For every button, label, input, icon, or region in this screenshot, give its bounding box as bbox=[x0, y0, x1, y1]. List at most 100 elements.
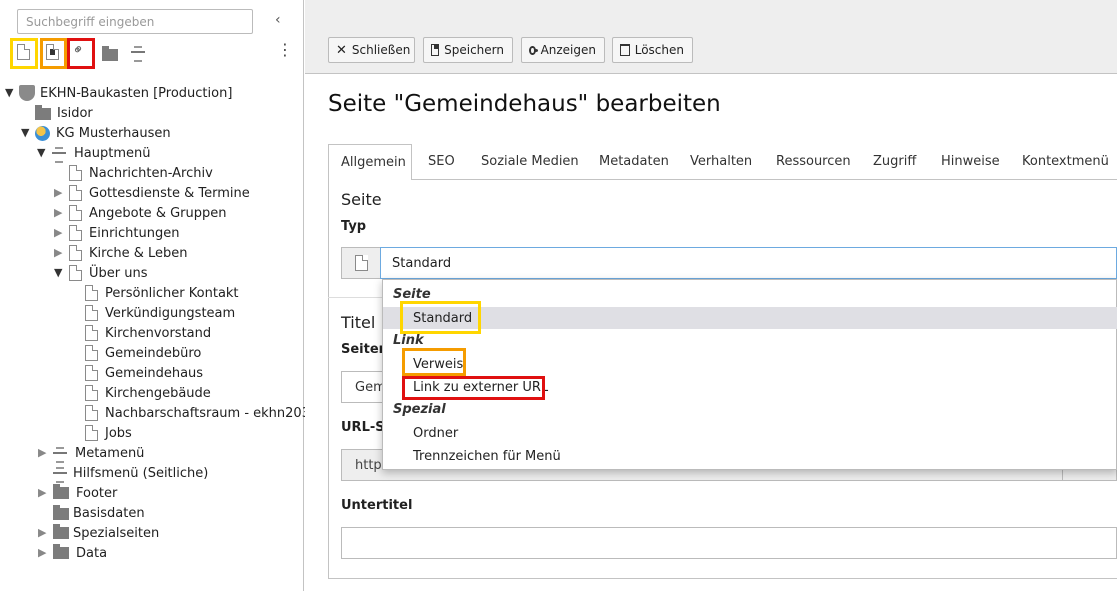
delete-button[interactable]: Löschen bbox=[612, 37, 693, 63]
page-icon bbox=[69, 265, 82, 281]
tree-node-label: Hilfsmenü (Seitliche) bbox=[73, 465, 209, 481]
highlight-orange-box bbox=[402, 348, 466, 376]
delete-button-label: Löschen bbox=[634, 43, 684, 57]
tree-node-ueber-uns[interactable]: ▼ Über uns bbox=[54, 263, 148, 283]
dropdown-option-separator[interactable]: Trennzeichen für Menü bbox=[413, 445, 561, 467]
section-header-titel: Titel bbox=[341, 313, 376, 332]
tree-node-root[interactable]: ▼ EKHN-Baukasten [Production] bbox=[5, 83, 232, 103]
expanded-icon[interactable]: ▼ bbox=[37, 143, 48, 163]
tree-node-kirchengebaeude[interactable]: Kirchengebäude bbox=[85, 383, 211, 403]
tree-node-hauptmenue[interactable]: ▼ Hauptmenü bbox=[37, 143, 150, 163]
tree-node-hilfsmenue[interactable]: Hilfsmenü (Seitliche) bbox=[53, 463, 208, 483]
tree-node-label: Jobs bbox=[105, 425, 132, 441]
view-button-label: Anzeigen bbox=[540, 43, 596, 57]
close-icon: ✕ bbox=[336, 42, 347, 58]
collapsed-icon[interactable]: ▶ bbox=[38, 483, 49, 503]
separator-icon bbox=[53, 446, 67, 463]
tab-metadaten[interactable]: Metadaten bbox=[587, 144, 681, 179]
more-options-icon[interactable]: ⋮ bbox=[277, 42, 293, 58]
expanded-icon[interactable]: ▼ bbox=[21, 123, 32, 143]
collapsed-icon[interactable]: ▶ bbox=[54, 183, 65, 203]
tree-node-kirchenvorstand[interactable]: Kirchenvorstand bbox=[85, 323, 211, 343]
view-button[interactable]: Anzeigen bbox=[521, 37, 605, 63]
tree-node-label: Gemeindebüro bbox=[105, 345, 202, 361]
eye-icon bbox=[529, 45, 538, 55]
tree-node-label: KG Musterhausen bbox=[56, 125, 171, 141]
folder-icon bbox=[53, 505, 69, 520]
page-icon bbox=[85, 325, 98, 341]
page-icon bbox=[69, 165, 82, 181]
page-icon bbox=[85, 305, 98, 321]
tree-node-jobs[interactable]: Jobs bbox=[85, 423, 132, 443]
tree-node-metamenue[interactable]: ▶ Metamenü bbox=[38, 443, 144, 463]
tree-node-label: Verkündigungsteam bbox=[105, 305, 236, 321]
tree-node-label: Gemeindehaus bbox=[105, 365, 204, 381]
chevron-left-icon[interactable]: ‹ bbox=[275, 12, 281, 28]
page-icon bbox=[354, 255, 368, 271]
highlight-orange-box bbox=[40, 38, 67, 69]
collapsed-icon[interactable]: ▶ bbox=[54, 243, 65, 263]
tree-node-basisdaten[interactable]: Basisdaten bbox=[53, 503, 145, 523]
collapsed-icon[interactable]: ▶ bbox=[38, 543, 49, 563]
tree-node-label: Kirche & Leben bbox=[89, 245, 188, 261]
tree-node-kg-musterhausen[interactable]: ▼ KG Musterhausen bbox=[21, 123, 171, 143]
tree-node-data[interactable]: ▶ Data bbox=[38, 543, 107, 563]
tree-node-verkuendigungsteam[interactable]: Verkündigungsteam bbox=[85, 303, 235, 323]
tab-zugriff[interactable]: Zugriff bbox=[861, 144, 928, 179]
new-separator-icon[interactable] bbox=[131, 45, 145, 62]
tree-node-label: Spezialseiten bbox=[73, 525, 160, 541]
highlight-yellow-box bbox=[400, 301, 481, 334]
folder-icon bbox=[35, 105, 51, 120]
tree-node-label: Nachrichten-Archiv bbox=[89, 165, 213, 181]
trash-icon bbox=[620, 44, 630, 56]
tree-node-kontakt[interactable]: Persönlicher Kontakt bbox=[85, 283, 239, 303]
tree-node-einrichtungen[interactable]: ▶ Einrichtungen bbox=[54, 223, 179, 243]
tree-node-isidor[interactable]: Isidor bbox=[35, 103, 93, 123]
collapsed-icon[interactable]: ▶ bbox=[54, 223, 65, 243]
dropdown-selected-bg bbox=[383, 307, 1117, 329]
tab-verhalten[interactable]: Verhalten bbox=[678, 144, 764, 179]
tree-node-gemeindebuero[interactable]: Gemeindebüro bbox=[85, 343, 201, 363]
dropdown-option-ordner[interactable]: Ordner bbox=[413, 422, 458, 444]
tree-node-spezialseiten[interactable]: ▶ Spezialseiten bbox=[38, 523, 159, 543]
tree-node-nachbarschaftsraum[interactable]: Nachbarschaftsraum - ekhn2030 bbox=[85, 403, 318, 423]
tab-ressourcen[interactable]: Ressourcen bbox=[764, 144, 863, 179]
save-icon bbox=[431, 44, 440, 56]
tree-node-label: Isidor bbox=[57, 105, 93, 121]
tree-node-label: Data bbox=[76, 545, 108, 561]
tree-node-nachrichten[interactable]: Nachrichten-Archiv bbox=[69, 163, 213, 183]
expanded-icon[interactable]: ▼ bbox=[54, 263, 65, 283]
new-folder-icon[interactable] bbox=[102, 46, 118, 61]
tree-node-kirche-leben[interactable]: ▶ Kirche & Leben bbox=[54, 243, 187, 263]
tree-node-label: Metamenü bbox=[75, 445, 145, 461]
tree-node-footer[interactable]: ▶ Footer bbox=[38, 483, 117, 503]
tree-node-label: Angebote & Gruppen bbox=[89, 205, 227, 221]
type-select[interactable]: Standard bbox=[380, 247, 1117, 279]
tree-node-label: Einrichtungen bbox=[89, 225, 180, 241]
close-button[interactable]: ✕ Schließen bbox=[328, 37, 415, 63]
tab-hinweise[interactable]: Hinweise bbox=[929, 144, 1012, 179]
page-icon bbox=[69, 185, 82, 201]
separator-icon bbox=[53, 466, 67, 483]
save-button[interactable]: Speichern bbox=[423, 37, 513, 63]
expanded-icon[interactable]: ▼ bbox=[5, 83, 16, 103]
highlight-red-box bbox=[402, 376, 545, 400]
folder-icon bbox=[53, 544, 69, 559]
collapsed-icon[interactable]: ▶ bbox=[54, 203, 65, 223]
close-button-label: Schließen bbox=[351, 43, 411, 57]
tree-node-angebote[interactable]: ▶ Angebote & Gruppen bbox=[54, 203, 226, 223]
tab-seo[interactable]: SEO bbox=[416, 144, 467, 179]
tab-allgemein[interactable]: Allgemein bbox=[328, 144, 412, 180]
collapsed-icon[interactable]: ▶ bbox=[38, 523, 49, 543]
collapsed-icon[interactable]: ▶ bbox=[38, 443, 49, 463]
tree-node-gemeindehaus[interactable]: Gemeindehaus bbox=[85, 363, 203, 383]
page-icon bbox=[69, 205, 82, 221]
tab-kontextmenue[interactable]: Kontextmenü bbox=[1010, 144, 1117, 179]
tree-node-gottesdienste[interactable]: ▶ Gottesdienste & Termine bbox=[54, 183, 250, 203]
subtitle-input[interactable] bbox=[341, 527, 1117, 559]
tree-search-input[interactable] bbox=[17, 9, 253, 34]
subtitle-label: Untertitel bbox=[341, 498, 413, 513]
page-icon bbox=[85, 385, 98, 401]
tree-node-label: Nachbarschaftsraum - ekhn2030 bbox=[105, 405, 319, 421]
tab-soziale-medien[interactable]: Soziale Medien bbox=[469, 144, 591, 179]
